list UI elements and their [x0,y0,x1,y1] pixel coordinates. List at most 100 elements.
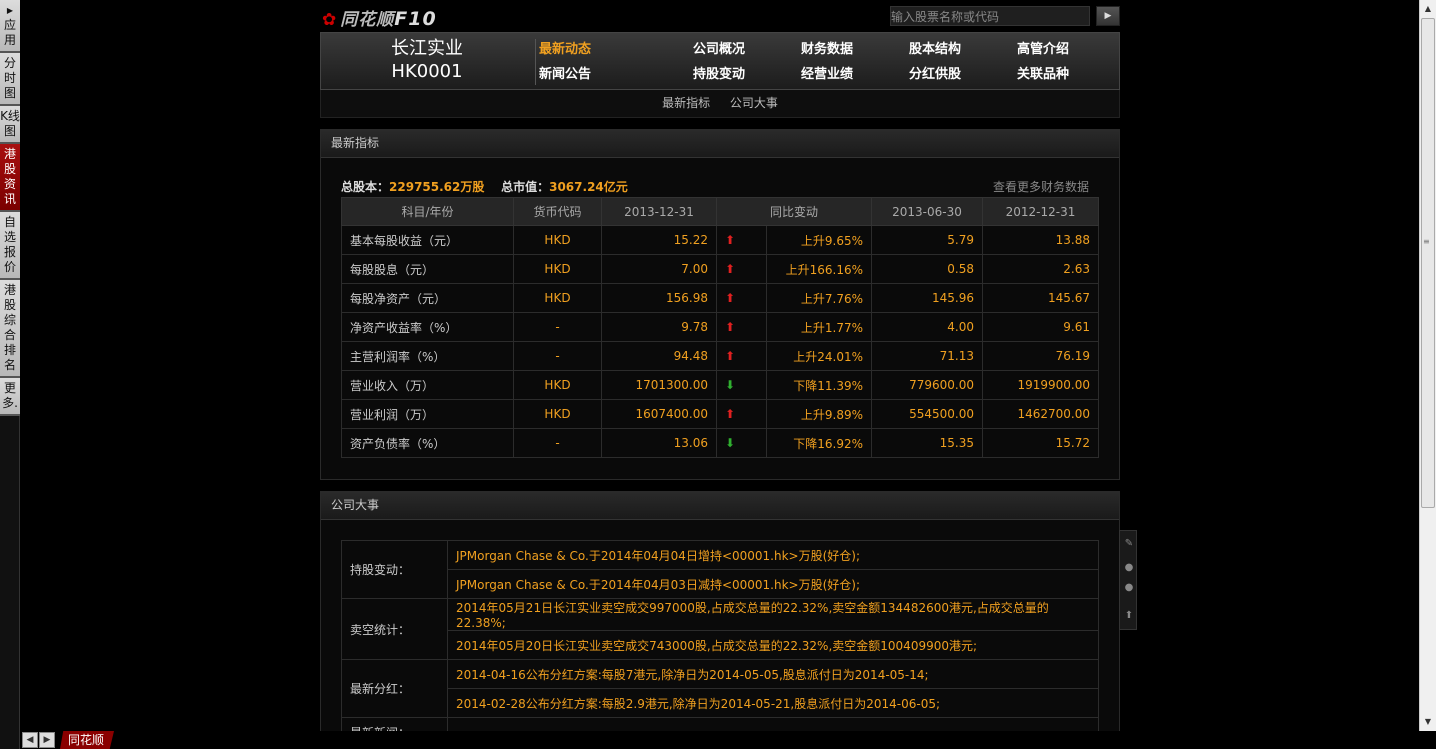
value-2013-06-30: 554500.00 [871,399,983,429]
nav-tab-row1-0[interactable]: 最新动态 [520,38,610,57]
scroll-thumb[interactable] [1421,18,1435,508]
currency-cell: HKD [513,225,602,255]
indicators-table-body: 基本每股收益（元） HKD 15.22 ⬆ 上升9.65% 5.79 13.88 每股股息（元… [341,225,1099,458]
event-item[interactable]: 2014-04-16公布分红方案:每股7港元,除净日为2014-05-05,股息… [447,659,1099,689]
row-label: 营业收入（万） [341,370,514,400]
arrow-up-icon: ⬆ [725,291,736,305]
floating-toolbar: ✎ ● ● ⬆ [1119,530,1137,630]
event-item[interactable]: 2014-02-28公布分红方案:每股2.9港元,除净日为2014-05-21,… [447,688,1099,718]
nav-tab-row2-1[interactable]: 持股变动 [674,63,764,82]
currency-cell: - [513,341,602,371]
currency-cell: - [513,312,602,342]
yoy-change: 上升1.77% [766,312,872,342]
event-row: 2014-02-28公布分红方案:每股2.9港元,除净日为2014-05-21,… [342,688,1099,718]
bottom-tab-tonghuashun[interactable]: 同花顺 [60,731,115,749]
scroll-down-icon[interactable]: ▼ [1420,714,1436,730]
value-2012-12-31: 145.67 [982,283,1099,313]
yoy-change: 下降16.92% [766,428,872,458]
column-header: 2013-06-30 [871,197,983,226]
trend-cell: ⬆ [716,399,767,429]
back-to-top-icon[interactable]: ⬆ [1124,611,1134,621]
edit-icon[interactable]: ✎ [1124,539,1134,549]
trend-cell: ⬆ [716,341,767,371]
nav-tab-row2-2[interactable]: 经营业绩 [782,63,872,82]
arrow-up-icon: ⬆ [725,262,736,276]
row-label: 净资产收益率（%） [341,312,514,342]
subnav-latest-indicators[interactable]: 最新指标 [662,96,710,110]
event-item[interactable]: JPMorgan Chase & Co.于2014年04月04日增持<00001… [447,540,1099,570]
dot-icon[interactable]: ● [1124,583,1134,593]
indicators-summary: 总股本：229755.62万股 总市值：3067.24亿元 [341,178,628,195]
value-2013-06-30: 15.35 [871,428,983,458]
event-item[interactable]: 2014年05月20日长江实业卖空成交743000股,占成交总量的22.32%,… [447,630,1099,660]
bottom-bar: ◀ ▶ 同花顺 [20,731,1436,749]
table-row: 主营利润率（%） -94.48 ⬆ 上升24.01% 71.13 76.19 [341,341,1099,371]
table-row: 每股净资产（元） HKD 156.98 ⬆ 上升7.76% 145.96 145.67 [341,283,1099,313]
sidebar-item-2[interactable]: K线图 [0,106,20,144]
sidebar-item-label: 更多. [2,381,18,410]
row-label: 营业利润（万） [341,399,514,429]
sidebar-item-3[interactable]: 港股资讯 [0,144,20,212]
scroll-up-icon[interactable]: ▲ [1420,1,1436,17]
value-2013-12-31: 1607400.00 [601,399,717,429]
currency-cell: HKD [513,283,602,313]
search-button[interactable]: ▶ [1096,6,1120,26]
currency-cell: HKD [513,399,602,429]
events-panel: 公司大事 持股变动： JPMorgan Chase & Co.于2014年04月0… [320,491,1120,736]
sidebar-item-label: 港股综合排名 [3,283,16,372]
value-2013-12-31: 94.48 [601,341,717,371]
vertical-scrollbar[interactable]: ▲ ≡ ▼ [1419,0,1436,731]
value-2013-12-31: 13.06 [601,428,717,458]
nav-tab-row1-1[interactable]: 公司概况 [674,38,764,57]
value-2013-12-31: 9.78 [601,312,717,342]
logo-brand: 同花顺 [340,10,395,30]
row-label: 基本每股收益（元） [341,225,514,255]
column-header: 货币代码 [513,197,602,226]
sidebar-item-label: 港股资讯 [3,147,16,206]
column-header: 2013-12-31 [601,197,717,226]
sidebar-item-4[interactable]: 自选报价 [0,212,20,280]
arrow-up-icon: ⬆ [725,349,736,363]
arrow-up-icon: ⬆ [725,320,736,334]
dot-icon[interactable]: ● [1124,563,1134,573]
sidebar-item-6[interactable]: 更多. [0,378,20,416]
value-2013-06-30: 0.58 [871,254,983,284]
next-tab-button[interactable]: ▶ [39,732,55,748]
more-financial-data-link[interactable]: 查看更多财务数据 [993,178,1089,195]
market-cap-label: 总市值： [501,180,550,194]
nav-tab-row1-4[interactable]: 高管介绍 [998,38,1088,57]
value-2012-12-31: 1462700.00 [982,399,1099,429]
arrow-up-icon: ⬆ [725,233,736,247]
stock-header: 长江实业 HK0001 最新动态 公司概况 财务数据 股本结构 高管介绍 新闻公告 持股变… [320,32,1120,90]
subnav-company-events[interactable]: 公司大事 [730,96,778,110]
scroll-grip-icon: ≡ [1423,237,1430,246]
value-2013-12-31: 1701300.00 [601,370,717,400]
sidebar-item-5[interactable]: 港股综合排名 [0,280,20,378]
nav-tab-row1-2[interactable]: 财务数据 [782,38,872,57]
value-2012-12-31: 9.61 [982,312,1099,342]
value-2013-06-30: 145.96 [871,283,983,313]
value-2012-12-31: 2.63 [982,254,1099,284]
nav-tab-row2-4[interactable]: 关联品种 [998,63,1088,82]
sidebar-item-0[interactable]: ▶ 应用 [0,0,20,53]
event-category: 持股变动： [341,540,448,599]
sub-navigation: 最新指标 公司大事 [320,90,1120,118]
sidebar-item-label: 分时图 [3,56,16,100]
row-label: 每股股息（元） [341,254,514,284]
nav-tab-row1-3[interactable]: 股本结构 [890,38,980,57]
event-row: 2014年05月20日长江实业卖空成交743000股,占成交总量的22.32%,… [342,630,1099,660]
event-item[interactable]: JPMorgan Chase & Co.于2014年04月03日减持<00001… [447,569,1099,599]
sidebar-item-1[interactable]: 分时图 [0,53,20,106]
indicators-panel-title: 最新指标 [321,130,1119,158]
indicators-table: 科目/年份 货币代码 2013-12-31 同比变动 2013-06-30 2012-12… [341,197,1099,458]
nav-tab-row2-3[interactable]: 分红供股 [890,63,980,82]
trend-cell: ⬆ [716,254,767,284]
table-row: 营业收入（万） HKD 1701300.00 ⬇ 下降11.39% 779600.00 19… [341,370,1099,400]
search-input[interactable]: 输入股票名称或代码 [890,6,1090,26]
yoy-change: 上升7.76% [766,283,872,313]
event-item[interactable]: 2014年05月21日长江实业卖空成交997000股,占成交总量的22.32%,… [447,598,1099,631]
yoy-change: 上升9.65% [766,225,872,255]
nav-tab-row2-0[interactable]: 新闻公告 [520,63,610,82]
prev-tab-button[interactable]: ◀ [22,732,38,748]
value-2012-12-31: 13.88 [982,225,1099,255]
